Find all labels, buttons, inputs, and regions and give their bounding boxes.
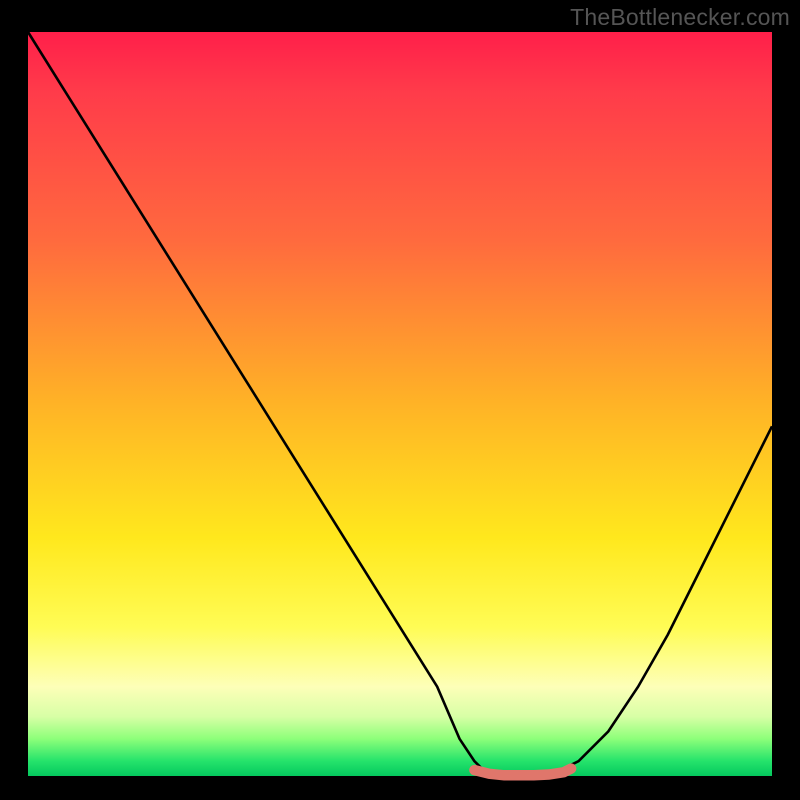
chart-frame: TheBottleneсker.com (0, 0, 800, 800)
bottleneck-curve-path (28, 32, 772, 776)
attribution-text: TheBottleneсker.com (570, 4, 790, 31)
plot-area (28, 32, 772, 776)
optimal-band-path (474, 769, 571, 776)
curve-svg (28, 32, 772, 776)
